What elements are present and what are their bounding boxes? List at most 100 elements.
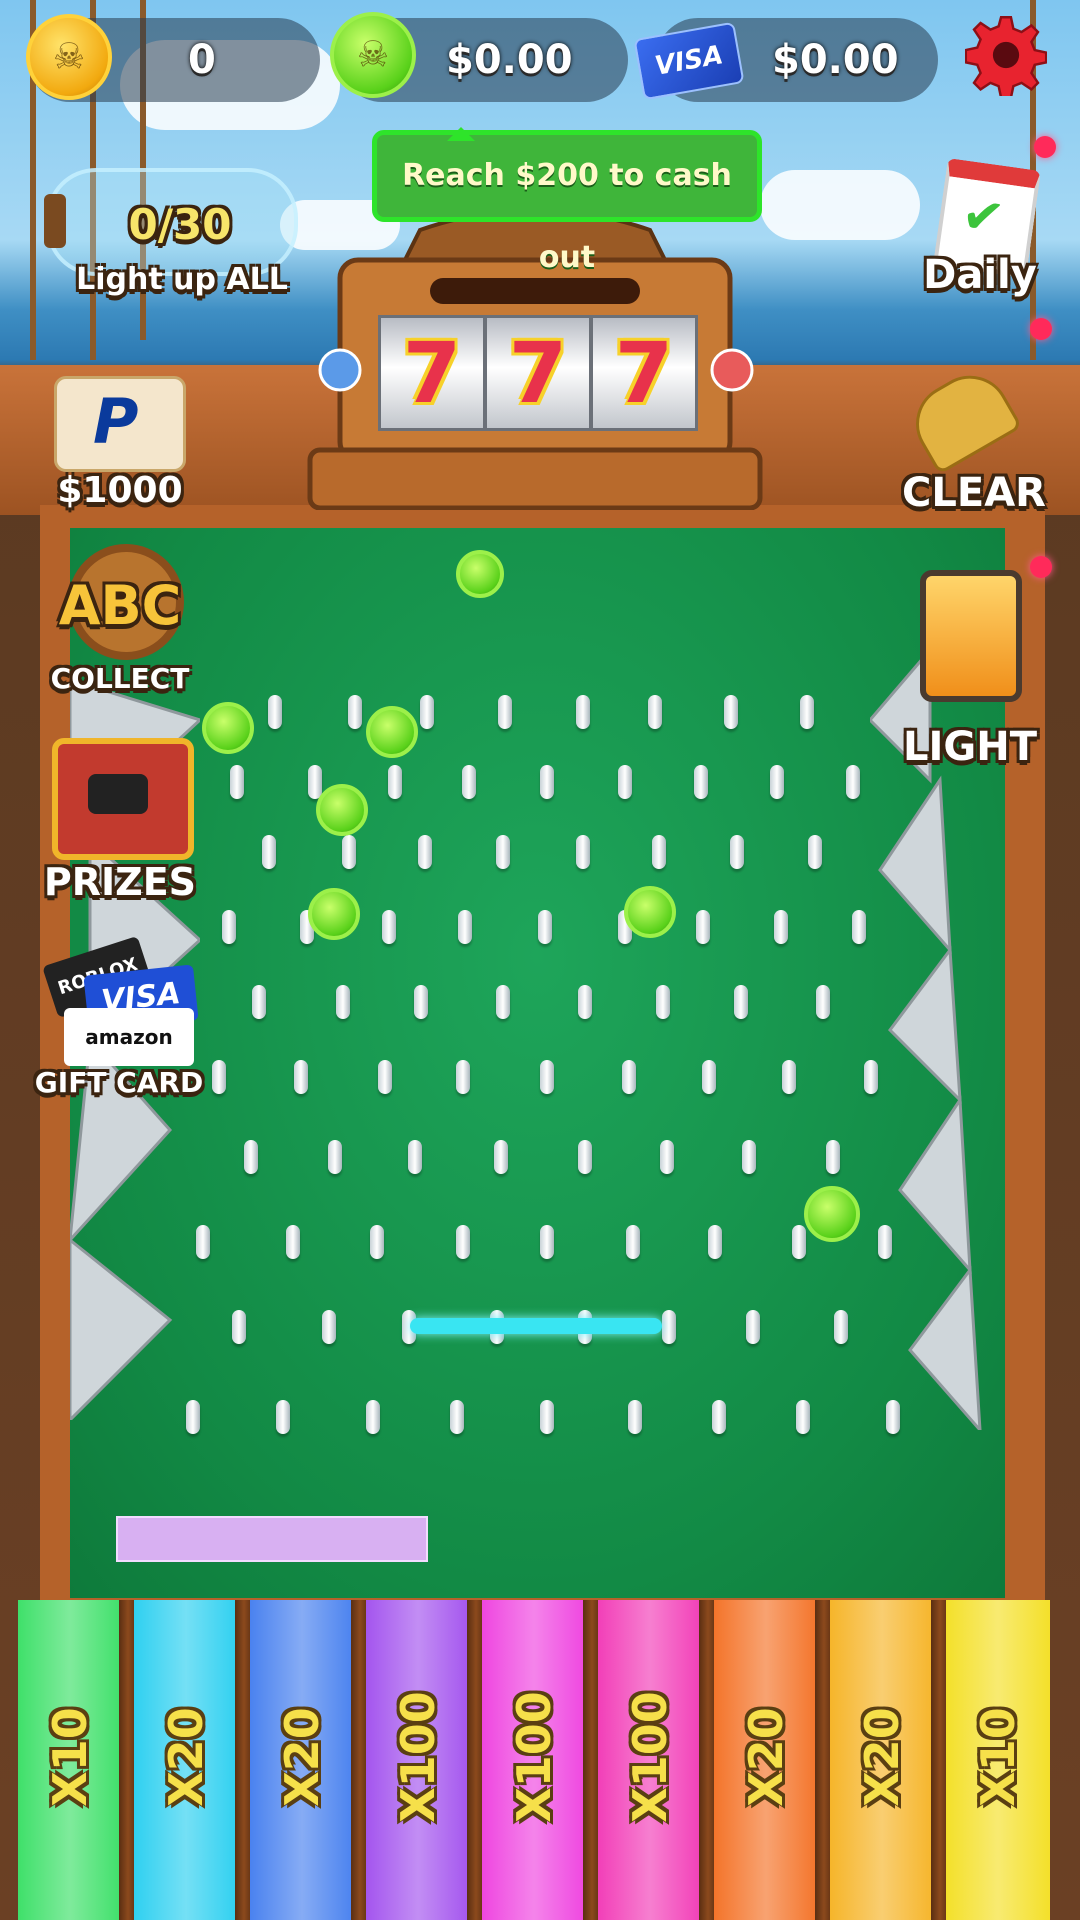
lantern-icon	[920, 570, 1022, 702]
gear-icon[interactable]	[965, 14, 1047, 96]
launcher-bar[interactable]	[116, 1516, 428, 1562]
multiplier-slot: X100	[366, 1600, 470, 1920]
peg	[712, 1400, 726, 1434]
peg	[540, 1400, 554, 1434]
notification-dot	[1030, 556, 1052, 578]
peg	[342, 835, 356, 869]
peg	[370, 1225, 384, 1259]
peg	[328, 1140, 342, 1174]
peg	[450, 1400, 464, 1434]
peg	[708, 1225, 722, 1259]
peg	[456, 1225, 470, 1259]
peg	[456, 1060, 470, 1094]
peg	[696, 910, 710, 944]
peg	[652, 835, 666, 869]
peg	[418, 835, 432, 869]
peg	[878, 1225, 892, 1259]
multiplier-slot: X100	[482, 1600, 586, 1920]
peg	[808, 835, 822, 869]
peg	[498, 695, 512, 729]
peg	[826, 1140, 840, 1174]
peg	[294, 1060, 308, 1094]
prizes-button[interactable]: PRIZES	[30, 728, 210, 908]
paypal-button[interactable]: P $1000	[40, 346, 200, 511]
paypal-label: $1000	[57, 470, 183, 511]
peg	[800, 695, 814, 729]
slot-reel: 7	[484, 315, 592, 431]
reel-symbol: 7	[614, 324, 674, 422]
peg	[656, 985, 670, 1019]
sky-cloud	[760, 170, 920, 240]
peg	[578, 985, 592, 1019]
peg	[268, 695, 282, 729]
peg	[462, 765, 476, 799]
slot-reel: 7	[590, 315, 698, 431]
multiplier-slot: X10	[946, 1600, 1050, 1920]
peg	[232, 1310, 246, 1344]
multiplier-slot: X10	[18, 1600, 122, 1920]
cashout-tooltip: Reach $200 to cash out	[372, 127, 762, 275]
peg	[538, 910, 552, 944]
peg	[540, 1060, 554, 1094]
peg	[494, 1140, 508, 1174]
peg	[388, 765, 402, 799]
notification-dot	[1030, 318, 1052, 340]
peg	[796, 1400, 810, 1434]
falling-coin	[366, 706, 418, 758]
peg	[864, 1060, 878, 1094]
peg	[496, 985, 510, 1019]
treasure-chest-icon	[52, 738, 194, 860]
amazon-card: amazon	[64, 1008, 194, 1066]
peg	[724, 695, 738, 729]
light-label: LIGHT	[903, 724, 1037, 770]
gift-card-button[interactable]: ROBLOX VISA amazon GIFT CARD	[24, 935, 214, 1100]
peg	[276, 1400, 290, 1434]
peg	[834, 1310, 848, 1344]
falling-coin	[456, 550, 504, 598]
peg	[730, 835, 744, 869]
peg	[212, 1060, 226, 1094]
slot-machine: 7 7 7	[300, 210, 770, 510]
peg	[702, 1060, 716, 1094]
peg	[540, 765, 554, 799]
peg	[382, 910, 396, 944]
broom-icon	[901, 361, 1023, 475]
slot-reel: 7	[378, 315, 486, 431]
card-cash-value: $0.00	[772, 37, 899, 83]
peg	[694, 765, 708, 799]
peg	[322, 1310, 336, 1344]
multiplier-slot: X100	[598, 1600, 702, 1920]
multiplier-label: X20	[739, 1707, 793, 1807]
green-skull-coin-icon: ☠	[330, 12, 416, 98]
peg	[622, 1060, 636, 1094]
peg	[252, 985, 266, 1019]
peg	[662, 1310, 676, 1344]
peg	[222, 910, 236, 944]
paypal-icon: P	[54, 376, 186, 472]
collect-button[interactable]: ABC COLLECT	[30, 544, 210, 704]
peg	[782, 1060, 796, 1094]
bumper-bar	[410, 1318, 662, 1334]
multiplier-label: X100	[507, 1691, 561, 1823]
peg	[852, 910, 866, 944]
peg	[846, 765, 860, 799]
peg	[262, 835, 276, 869]
peg	[420, 695, 434, 729]
falling-coin	[804, 1186, 860, 1242]
notification-dot	[1034, 136, 1056, 158]
peg	[540, 1225, 554, 1259]
peg	[408, 1140, 422, 1174]
peg	[618, 765, 632, 799]
peg	[458, 910, 472, 944]
falling-coin	[624, 886, 676, 938]
progress-caption: Light up ALL	[76, 262, 288, 297]
daily-label: Daily	[923, 252, 1037, 298]
multiplier-label: X20	[159, 1707, 213, 1807]
peg	[576, 695, 590, 729]
peg	[770, 765, 784, 799]
collect-label: COLLECT	[50, 662, 190, 695]
daily-button[interactable]: ✔ Daily	[900, 157, 1060, 300]
clear-button[interactable]: CLEAR	[884, 340, 1064, 520]
multiplier-slot: X20	[134, 1600, 238, 1920]
progress-counter: 0/30	[128, 200, 232, 249]
